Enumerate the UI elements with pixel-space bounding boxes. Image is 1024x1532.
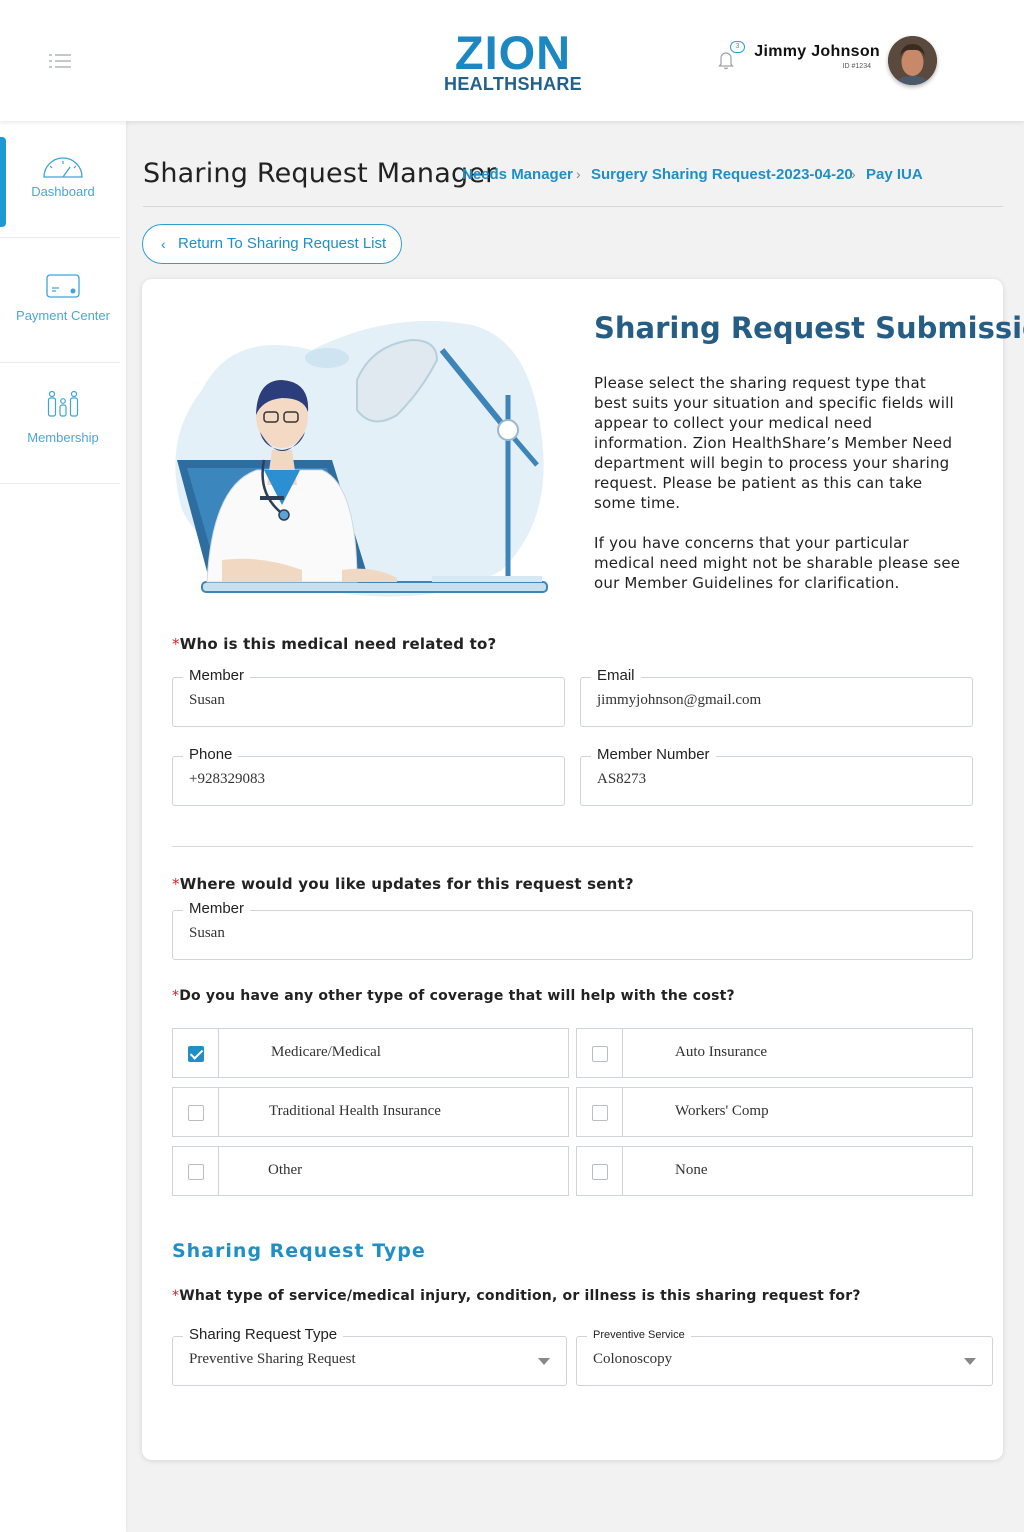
coverage-option-label: None <box>675 1162 708 1178</box>
checkbox-cell <box>577 1147 623 1195</box>
breadcrumb-surgery-request[interactable]: Surgery Sharing Request-2023-04-20 <box>591 166 853 183</box>
member-number-field-value: AS8273 <box>597 771 647 787</box>
return-button-label: Return To Sharing Request List <box>178 235 387 252</box>
coverage-option-label: Auto Insurance <box>675 1044 768 1060</box>
updates-member-value: Susan <box>189 925 225 941</box>
checkbox-cell <box>173 1147 219 1195</box>
sidebar-item-label: Membership <box>27 430 99 445</box>
member-number-field-label: Member Number <box>591 746 716 763</box>
coverage-option-workers-comp[interactable]: Workers' Comp <box>576 1087 973 1137</box>
coverage-option-label: Medicare/Medical <box>271 1044 381 1060</box>
user-id: ID #1234 <box>842 63 871 70</box>
doctor-illustration <box>175 320 548 597</box>
breadcrumb-pay-iua[interactable]: Pay IUA <box>866 166 923 183</box>
breadcrumb-needs-manager[interactable]: Needs Manager <box>462 166 573 183</box>
section-divider <box>172 846 973 847</box>
logo-text-top: ZION <box>454 26 572 79</box>
breadcrumb-separator: › <box>576 166 581 182</box>
title-divider <box>143 206 1003 207</box>
updates-question-text: Where would you like updates for this re… <box>179 875 634 893</box>
email-field-value: jimmyjohnson@gmail.com <box>597 692 762 708</box>
preventive-service-label: Preventive Service <box>587 1329 691 1341</box>
phone-field[interactable]: Phone +928329083 <box>172 746 565 806</box>
checkbox-cell <box>577 1029 623 1077</box>
coverage-option-none[interactable]: None <box>576 1146 973 1196</box>
member-number-field[interactable]: Member Number AS8273 <box>580 746 973 806</box>
sidebar-item-label: Payment Center <box>16 308 110 323</box>
member-field-label: Member <box>183 667 251 684</box>
member-field-value: Susan <box>189 692 225 708</box>
preventive-service-select[interactable]: Preventive Service Colonoscopy <box>576 1329 993 1386</box>
checkbox[interactable] <box>188 1164 204 1180</box>
sidebar-item-payment-center[interactable]: Payment Center <box>0 238 120 363</box>
coverage-option-other[interactable]: Other <box>172 1146 569 1196</box>
member-field[interactable]: Member Susan <box>172 667 565 727</box>
card-icon <box>46 274 80 298</box>
sidebar: Dashboard Payment Center Membership <box>0 121 126 1532</box>
avatar[interactable] <box>888 36 937 85</box>
intro-paragraph-1: Please select the sharing request type t… <box>594 374 954 512</box>
preventive-service-value: Colonoscopy <box>593 1351 673 1367</box>
phone-field-value: +928329083 <box>189 771 265 787</box>
required-asterisk: * <box>172 635 180 653</box>
checkbox-cell <box>173 1088 219 1136</box>
coverage-option-label: Workers' Comp <box>675 1103 769 1119</box>
phone-field-label: Phone <box>183 746 239 763</box>
required-asterisk: * <box>172 875 180 893</box>
request-type-heading: Sharing Request Type <box>172 1240 426 1262</box>
gauge-icon <box>43 157 83 178</box>
menu-icon[interactable] <box>49 53 71 69</box>
chevron-left-icon: ‹ <box>161 236 166 252</box>
coverage-option-traditional[interactable]: Traditional Health Insurance <box>172 1087 569 1137</box>
request-type-question-text: What type of service/medical injury, con… <box>179 1288 861 1304</box>
coverage-option-medicare[interactable]: Medicare/Medical <box>172 1028 569 1078</box>
updates-member-field[interactable]: Member Susan <box>172 900 973 960</box>
email-field-label: Email <box>591 667 641 684</box>
request-type-label: Sharing Request Type <box>183 1326 344 1343</box>
zion-healthshare-logo[interactable]: ZION HEALTHSHARE <box>441 26 585 94</box>
updates-member-label: Member <box>183 900 251 917</box>
checkbox-cell <box>173 1029 219 1077</box>
checkbox[interactable] <box>592 1046 608 1062</box>
sidebar-item-membership[interactable]: Membership <box>0 363 120 484</box>
sidebar-item-dashboard[interactable]: Dashboard <box>0 121 120 238</box>
submission-intro: Please select the sharing request type t… <box>594 373 964 613</box>
return-to-list-button[interactable]: ‹ Return To Sharing Request List <box>142 224 402 264</box>
breadcrumb-separator: › <box>851 166 856 182</box>
related-question-text: Who is this medical need related to? <box>179 635 497 653</box>
checkbox[interactable] <box>188 1105 204 1121</box>
request-type-question: *What type of service/medical injury, co… <box>172 1288 861 1304</box>
submission-title: Sharing Request Submission <box>594 311 1024 345</box>
sidebar-item-label: Dashboard <box>31 184 95 199</box>
coverage-question: *Do you have any other type of coverage … <box>172 988 735 1004</box>
coverage-option-label: Traditional Health Insurance <box>269 1103 441 1119</box>
email-field[interactable]: Email jimmyjohnson@gmail.com <box>580 667 973 727</box>
notification-badge: 3 <box>730 41 745 53</box>
checkbox[interactable] <box>188 1046 204 1062</box>
checkbox[interactable] <box>592 1164 608 1180</box>
request-type-select[interactable]: Sharing Request Type Preventive Sharing … <box>172 1326 567 1386</box>
user-name[interactable]: Jimmy Johnson <box>754 43 880 61</box>
family-icon <box>47 390 79 417</box>
logo-text-bottom: HEALTHSHARE <box>444 74 582 94</box>
bell-icon[interactable] <box>718 50 734 70</box>
related-question: *Who is this medical need related to? <box>172 635 496 653</box>
dropdown-caret-icon <box>538 1358 550 1365</box>
checkbox[interactable] <box>592 1105 608 1121</box>
checkbox-cell <box>577 1088 623 1136</box>
intro-paragraph-2: If you have concerns that your particula… <box>594 534 961 592</box>
request-type-value: Preventive Sharing Request <box>189 1351 356 1367</box>
app-header: ZION HEALTHSHARE 3 Jimmy Johnson ID #123… <box>0 0 1024 121</box>
coverage-question-text: Do you have any other type of coverage t… <box>179 988 735 1004</box>
coverage-option-auto[interactable]: Auto Insurance <box>576 1028 973 1078</box>
updates-question: *Where would you like updates for this r… <box>172 875 634 893</box>
dropdown-caret-icon <box>964 1358 976 1365</box>
page-title: Sharing Request Manager <box>143 158 497 189</box>
coverage-option-label: Other <box>268 1162 303 1178</box>
